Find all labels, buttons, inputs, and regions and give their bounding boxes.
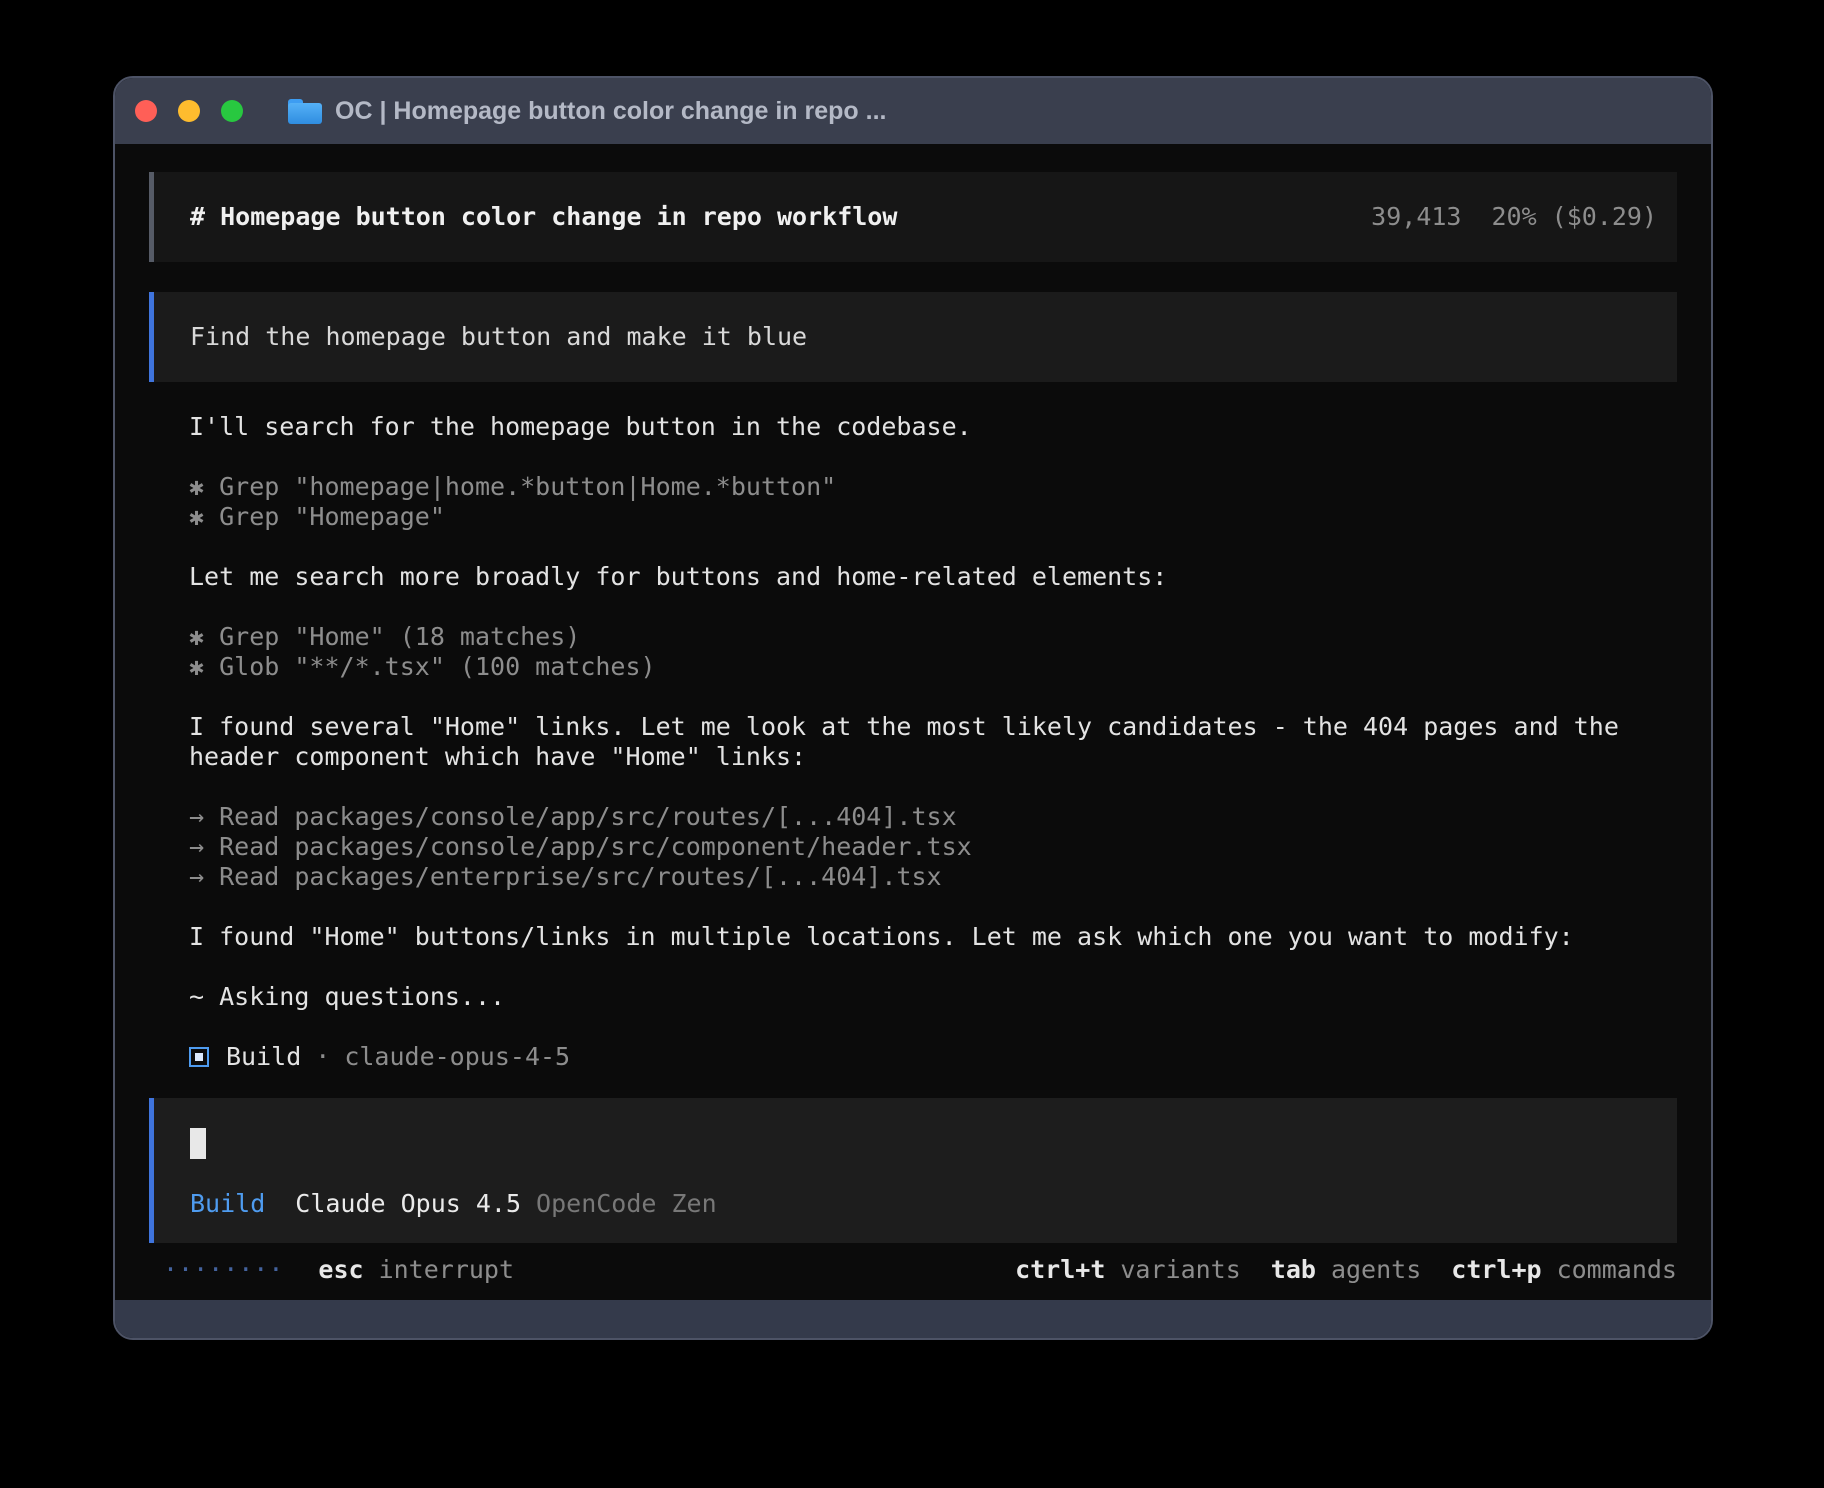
hint-commands: ctrl+pcommands — [1451, 1255, 1677, 1285]
folder-icon — [288, 99, 322, 124]
terminal-window: OC | Homepage button color change in rep… — [113, 76, 1713, 1340]
status-bar: ········ escinterrupt ctrl+tvariants tab… — [149, 1255, 1677, 1285]
tool-call-line: ✱ Grep "Home" (18 matches) — [189, 622, 1677, 652]
assistant-text-line: Let me search more broadly for buttons a… — [189, 562, 1677, 592]
assistant-text-line: I found several "Home" links. Let me loo… — [189, 712, 1677, 742]
assistant-text: I found several "Home" links. Let me loo… — [189, 712, 1677, 772]
minimize-button[interactable] — [178, 100, 200, 122]
agent-name: Build — [226, 1042, 301, 1072]
assistant-status: ~ Asking questions... — [189, 982, 1677, 1012]
window-bottom-strip — [115, 1300, 1711, 1338]
session-stats: 39,413 20% ($0.29) — [1371, 202, 1657, 232]
window-title: OC | Homepage button color change in rep… — [335, 97, 886, 126]
agent-model: claude-opus-4-5 — [344, 1042, 570, 1072]
zoom-button[interactable] — [221, 100, 243, 122]
conversation: I'll search for the homepage button in t… — [149, 412, 1677, 1072]
assistant-text-line: I found "Home" buttons/links in multiple… — [189, 922, 1677, 952]
titlebar: OC | Homepage button color change in rep… — [115, 78, 1711, 144]
tab-key: tab — [1271, 1255, 1316, 1284]
terminal-content: # Homepage button color change in repo w… — [115, 144, 1711, 1300]
close-button[interactable] — [135, 100, 157, 122]
context-percent: 20% — [1491, 202, 1536, 231]
tool-call-line: ✱ Grep "homepage|home.*button|Home.*butt… — [189, 472, 1677, 502]
spinner-dots-icon: ········ — [163, 1255, 283, 1285]
mode-label[interactable]: Build — [190, 1189, 265, 1218]
assistant-text: I found "Home" buttons/links in multiple… — [189, 922, 1677, 952]
prompt-meta: Build Claude Opus 4.5 OpenCode Zen — [190, 1189, 1657, 1219]
agent-build-icon — [189, 1047, 209, 1067]
user-message-text: Find the homepage button and make it blu… — [190, 322, 1657, 352]
model-label[interactable]: Claude Opus 4.5 — [295, 1189, 521, 1218]
esc-key: esc — [318, 1255, 363, 1284]
prompt-input[interactable]: Build Claude Opus 4.5 OpenCode Zen — [149, 1098, 1677, 1243]
ctrl-t-key: ctrl+t — [1015, 1255, 1105, 1284]
tool-calls: ✱ Grep "homepage|home.*button|Home.*butt… — [189, 472, 1677, 532]
session-title: # Homepage button color change in repo w… — [190, 202, 897, 232]
assistant-text-line: header component which have "Home" links… — [189, 742, 1677, 772]
tool-call-line: ✱ Grep "Homepage" — [189, 502, 1677, 532]
separator-dot: · — [315, 1042, 330, 1072]
assistant-text: I'll search for the homepage button in t… — [189, 412, 1677, 442]
token-count: 39,413 — [1371, 202, 1461, 231]
agent-status-line: Build · claude-opus-4-5 — [189, 1042, 1677, 1072]
tool-call-line: ✱ Glob "**/*.tsx" (100 matches) — [189, 652, 1677, 682]
session-header: # Homepage button color change in repo w… — [149, 172, 1677, 262]
tool-calls: ✱ Grep "Home" (18 matches) ✱ Glob "**/*.… — [189, 622, 1677, 682]
hint-variants: ctrl+tvariants — [1015, 1255, 1241, 1285]
text-cursor — [190, 1128, 206, 1159]
assistant-text-line: I'll search for the homepage button in t… — [189, 412, 1677, 442]
ctrl-p-key: ctrl+p — [1451, 1255, 1541, 1284]
user-message: Find the homepage button and make it blu… — [149, 292, 1677, 382]
read-call-line: → Read packages/console/app/src/componen… — [189, 832, 1677, 862]
session-cost: ($0.29) — [1552, 202, 1657, 231]
assistant-status-line: ~ Asking questions... — [189, 982, 1677, 1012]
hint-agents: tabagents — [1271, 1255, 1421, 1285]
read-calls: → Read packages/console/app/src/routes/[… — [189, 802, 1677, 892]
assistant-text: Let me search more broadly for buttons a… — [189, 562, 1677, 592]
read-call-line: → Read packages/enterprise/src/routes/[.… — [189, 862, 1677, 892]
hint-interrupt: escinterrupt — [318, 1255, 514, 1285]
read-call-line: → Read packages/console/app/src/routes/[… — [189, 802, 1677, 832]
provider-label: OpenCode Zen — [536, 1189, 717, 1218]
